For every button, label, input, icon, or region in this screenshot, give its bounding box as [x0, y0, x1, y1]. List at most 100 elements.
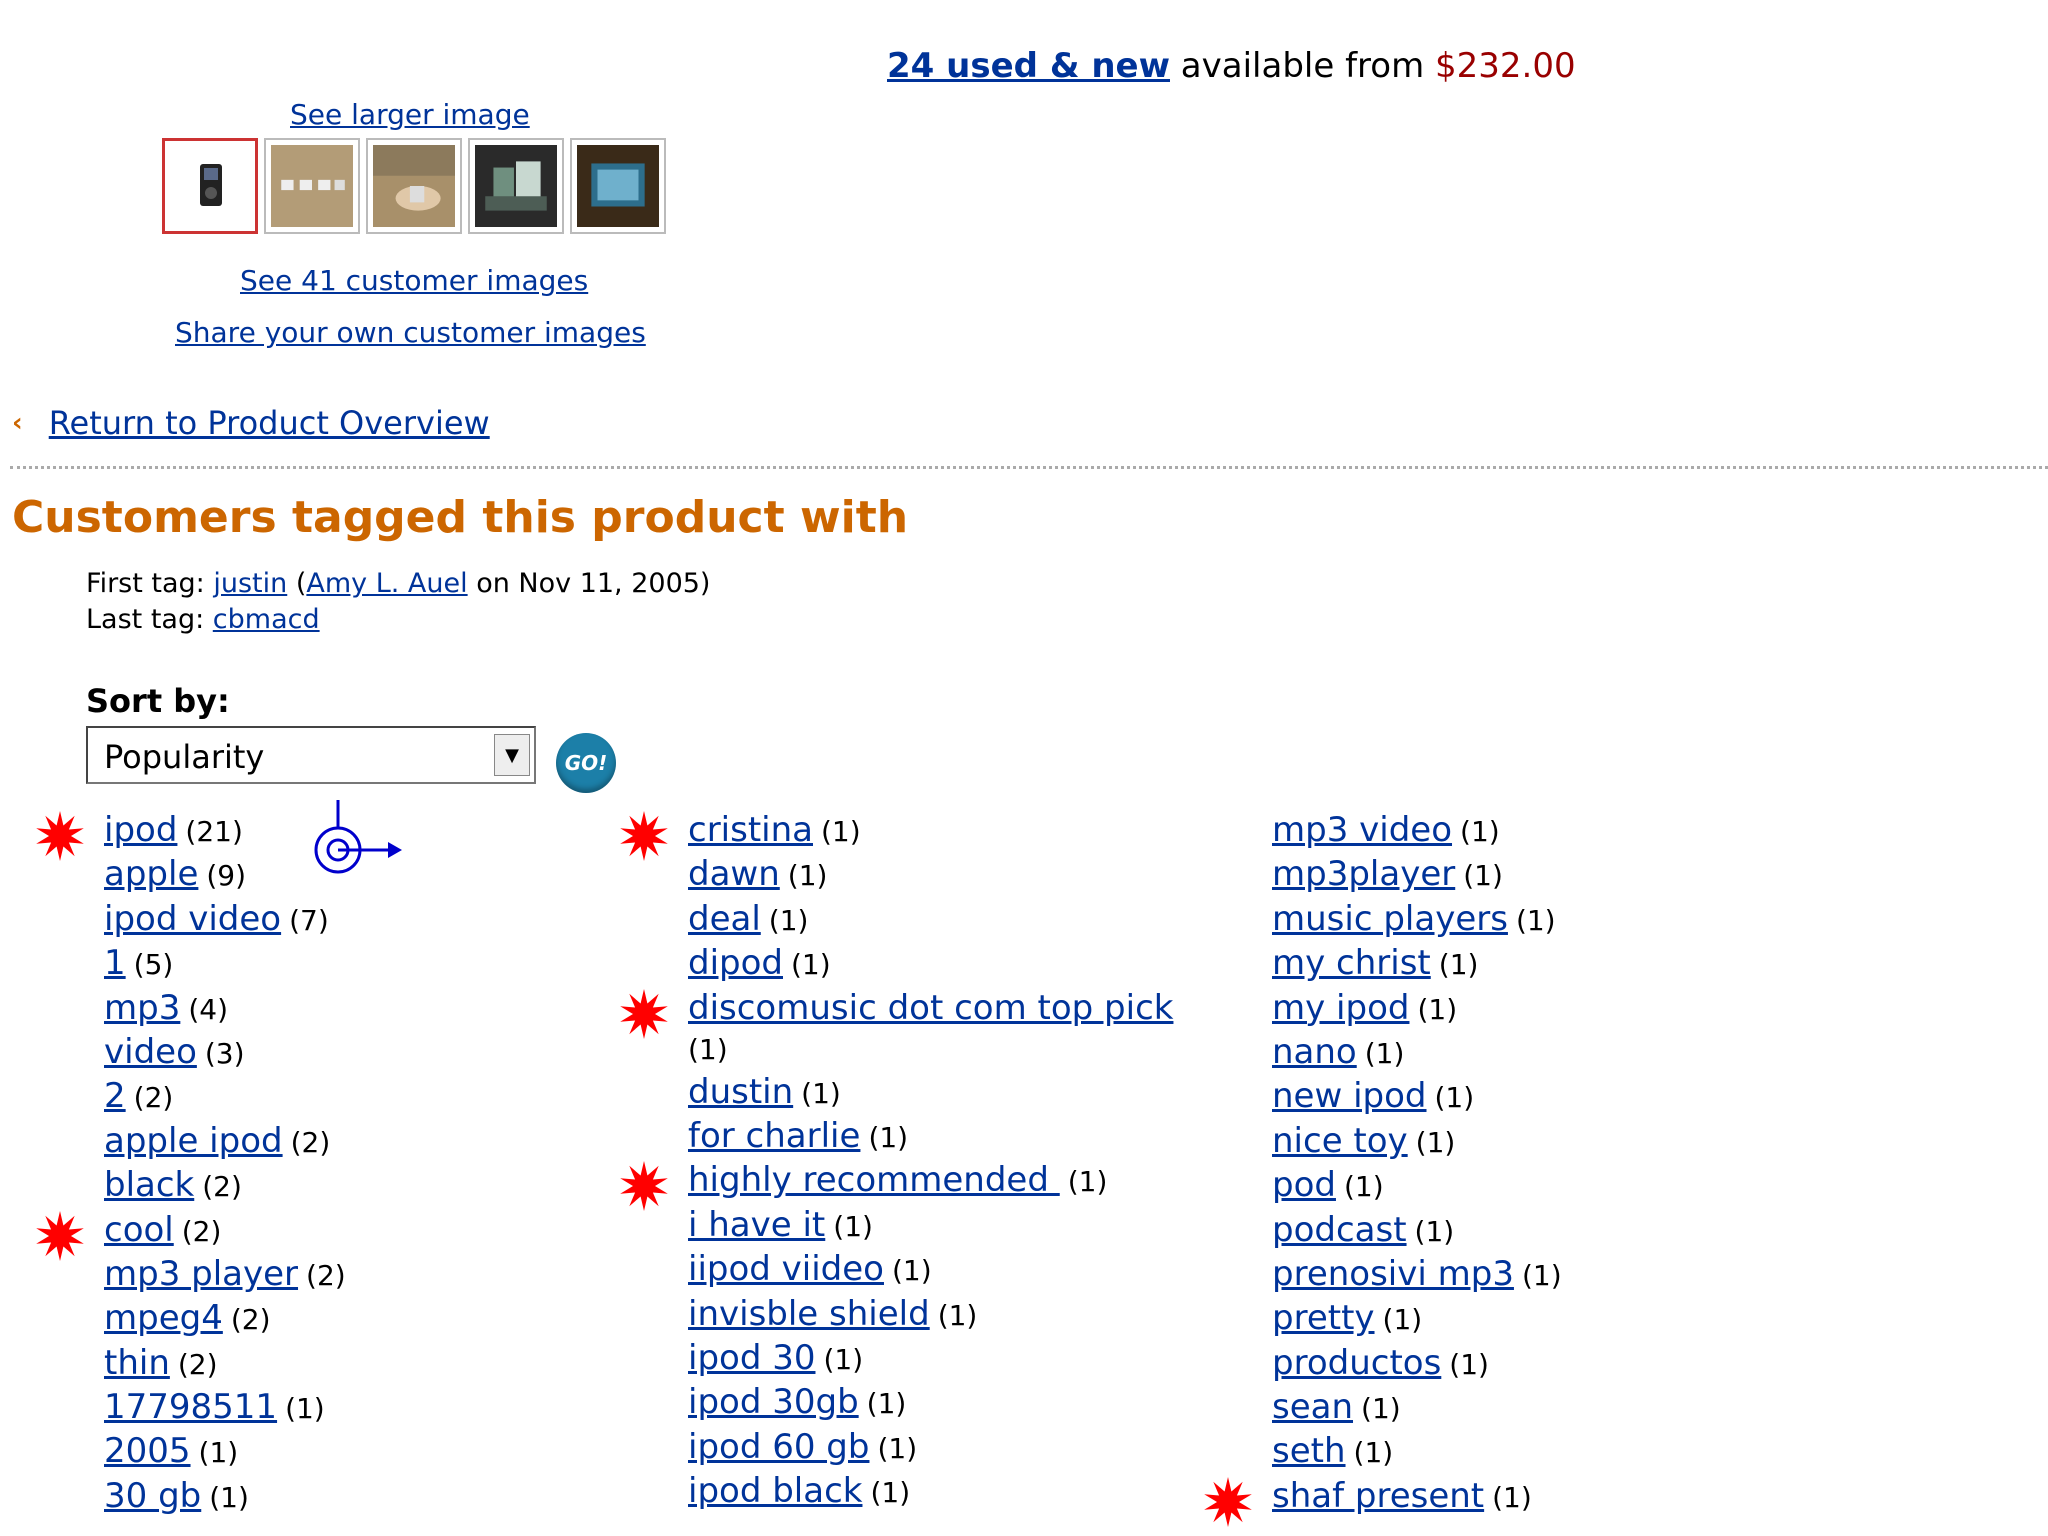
- thumbnail-boxes[interactable]: [468, 138, 564, 234]
- return-to-overview[interactable]: ‹ Return to Product Overview: [12, 404, 490, 442]
- share-customer-images-link[interactable]: Share your own customer images: [175, 316, 646, 349]
- tag-count: (1): [1463, 859, 1503, 893]
- tag-count: (1): [1438, 948, 1479, 982]
- tag-link[interactable]: pod: [1272, 1165, 1336, 1205]
- tag-row: 17798511 (1): [104, 1387, 346, 1431]
- tag-link[interactable]: ipod 30gb: [688, 1382, 859, 1422]
- image-thumbnail-strip: [162, 138, 666, 234]
- tag-link[interactable]: cool: [104, 1210, 174, 1250]
- tag-link[interactable]: black: [104, 1165, 194, 1205]
- tag-count: (1): [1521, 1258, 1562, 1292]
- tag-link[interactable]: seth: [1272, 1431, 1346, 1471]
- tag-link[interactable]: i have it: [688, 1205, 825, 1245]
- tag-link[interactable]: pretty: [1272, 1298, 1375, 1338]
- tag-row: thin (2): [104, 1343, 346, 1387]
- tag-link[interactable]: ipod video: [104, 899, 281, 939]
- tag-row: dustin (1): [688, 1072, 1248, 1116]
- tag-link[interactable]: ipod: [104, 810, 177, 850]
- red-star-marker-icon: [36, 811, 84, 861]
- tag-row: ipod black (1): [688, 1471, 1248, 1515]
- tag-count: (1): [1353, 1436, 1394, 1470]
- tag-count: (5): [133, 948, 174, 982]
- tag-row: dawn (1): [688, 854, 1248, 898]
- used-and-new-link[interactable]: 24 used & new: [887, 46, 1170, 86]
- tag-row: for charlie (1): [688, 1116, 1248, 1160]
- tag-count: (1): [1361, 1392, 1401, 1426]
- tag-link[interactable]: dawn: [688, 854, 780, 894]
- tag-link[interactable]: mp3player: [1272, 854, 1455, 894]
- tag-row: mp3 (4): [104, 988, 346, 1032]
- tag-link[interactable]: dustin: [688, 1072, 793, 1112]
- tag-count: (1): [768, 903, 809, 937]
- sort-selected-value: Popularity: [104, 738, 265, 776]
- tag-link[interactable]: 2005: [104, 1431, 191, 1471]
- tag-link[interactable]: dipod: [688, 943, 783, 983]
- tag-link[interactable]: 17798511: [104, 1387, 277, 1427]
- tag-link[interactable]: highly recommended: [688, 1160, 1060, 1200]
- tag-row: cristina (1): [620, 810, 1248, 861]
- tag-link[interactable]: thin: [104, 1343, 170, 1383]
- tag-link[interactable]: nano: [1272, 1032, 1357, 1072]
- tag-column-1: ipod (21) apple (9) ipod video (7) 1 (5) mp3 (4) v…: [36, 810, 346, 1520]
- tag-link[interactable]: 30 gb: [104, 1476, 201, 1516]
- tag-link[interactable]: podcast: [1272, 1210, 1407, 1250]
- tag-row: ipod 30 (1): [688, 1338, 1248, 1382]
- tag-link[interactable]: ipod 60 gb: [688, 1427, 869, 1467]
- tag-link[interactable]: music players: [1272, 899, 1508, 939]
- sort-by-label: Sort by:: [86, 682, 230, 720]
- first-tag-link[interactable]: justin: [213, 568, 287, 599]
- tag-link[interactable]: mp3 video: [1272, 810, 1452, 850]
- tag-row: ipod video (7): [104, 899, 346, 943]
- tag-link[interactable]: video: [104, 1032, 197, 1072]
- offer-line: 24 used & new available from $232.00: [887, 46, 1576, 86]
- tag-link[interactable]: prenosivi mp3: [1272, 1254, 1514, 1294]
- tag-row: black (2): [104, 1165, 346, 1209]
- return-to-product-overview-link[interactable]: Return to Product Overview: [49, 404, 490, 442]
- sort-select[interactable]: Popularity ▼: [86, 726, 536, 784]
- tag-link[interactable]: apple: [104, 854, 198, 894]
- tag-link[interactable]: for charlie: [688, 1116, 860, 1156]
- tag-link[interactable]: my christ: [1272, 943, 1431, 983]
- tag-link[interactable]: ipod black: [688, 1471, 862, 1511]
- tag-link[interactable]: apple ipod: [104, 1121, 283, 1161]
- thumbnail-accessories[interactable]: [264, 138, 360, 234]
- tag-info: First tag: justin (Amy L. Auel on Nov 11…: [86, 566, 710, 638]
- tag-link[interactable]: deal: [688, 899, 761, 939]
- tag-link[interactable]: productos: [1272, 1343, 1441, 1383]
- tag-link[interactable]: 1: [104, 943, 126, 983]
- tag-link[interactable]: sean: [1272, 1387, 1353, 1427]
- first-tag-user-link[interactable]: Amy L. Auel: [306, 568, 467, 599]
- see-larger-image-link[interactable]: See larger image: [290, 98, 530, 131]
- tag-link[interactable]: nice toy: [1272, 1121, 1408, 1161]
- tag-link[interactable]: mp3 player: [104, 1254, 298, 1294]
- last-tag-link[interactable]: cbmacd: [213, 604, 320, 635]
- tag-link[interactable]: discomusic dot com top pick: [688, 988, 1173, 1028]
- tag-row: mp3player (1): [1272, 854, 1562, 898]
- tag-row: i have it (1): [688, 1205, 1248, 1249]
- tag-count: (1): [1364, 1036, 1405, 1070]
- thumbnail-hand-holding[interactable]: [366, 138, 462, 234]
- thumbnail-screen[interactable]: [570, 138, 666, 234]
- go-button[interactable]: GO!: [556, 733, 616, 793]
- thumbnail-ipod[interactable]: [162, 138, 258, 234]
- tag-row: deal (1): [688, 899, 1248, 943]
- tag-link[interactable]: my ipod: [1272, 988, 1409, 1028]
- dropdown-arrow-icon[interactable]: ▼: [494, 734, 530, 776]
- tag-count: (1): [1067, 1165, 1108, 1199]
- tag-link[interactable]: new ipod: [1272, 1076, 1427, 1116]
- tag-link[interactable]: mpeg4: [104, 1298, 223, 1338]
- ipod-thumbnail-icon: [170, 146, 250, 226]
- tag-count: (1): [937, 1298, 978, 1332]
- tag-link[interactable]: mp3: [104, 988, 180, 1028]
- tag-column-2: cristina (1) dawn (1) deal (1) dipod (1) discomu…: [620, 810, 1248, 1515]
- see-customer-images-link[interactable]: See 41 customer images: [240, 264, 588, 297]
- tag-count: (2): [202, 1170, 242, 1204]
- tag-row: shaf present (1): [1204, 1476, 1562, 1527]
- tag-link[interactable]: ipod 30: [688, 1338, 815, 1378]
- tag-link[interactable]: iipod viideo: [688, 1249, 884, 1289]
- tag-link[interactable]: shaf present: [1272, 1476, 1484, 1516]
- tag-count: (1): [823, 1342, 864, 1376]
- tag-link[interactable]: invisble shield: [688, 1294, 930, 1334]
- tag-link[interactable]: 2: [104, 1076, 126, 1116]
- tag-link[interactable]: cristina: [688, 810, 813, 850]
